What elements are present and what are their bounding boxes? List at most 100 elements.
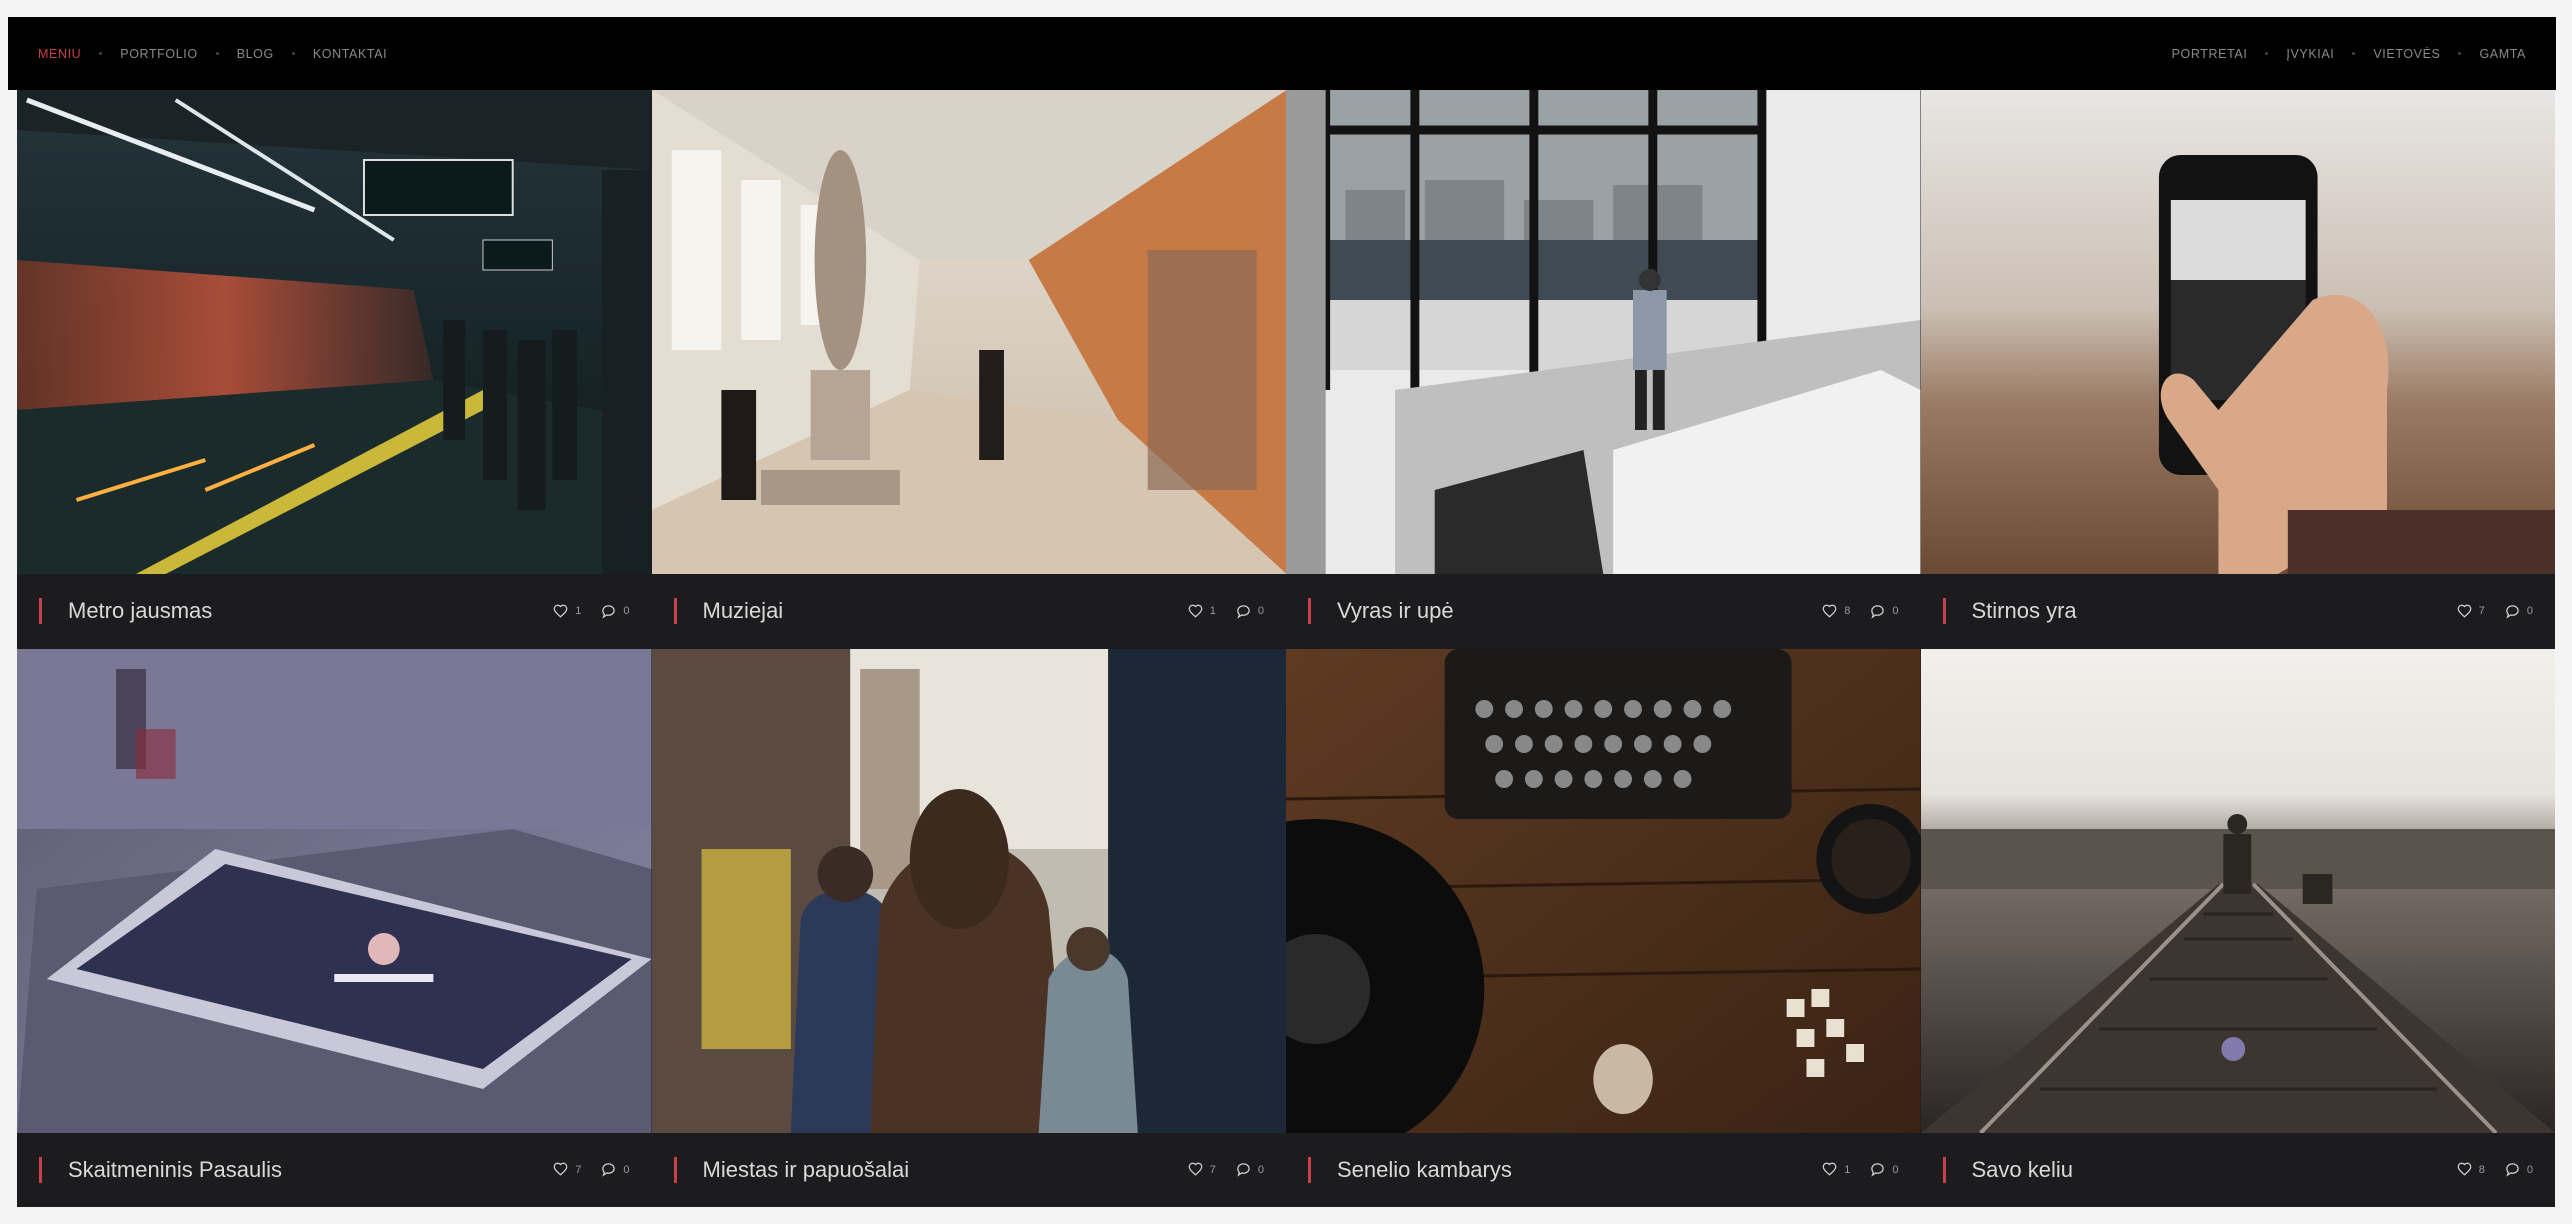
comment-icon [2506, 604, 2519, 619]
post-title[interactable]: Metro jausmas [68, 598, 533, 624]
likes-counter[interactable]: 7 [1188, 1162, 1216, 1177]
likes-counter[interactable]: 8 [2457, 1162, 2485, 1177]
accent-bar [1308, 598, 1311, 625]
post-photo[interactable] [651, 90, 1286, 574]
portfolio-card[interactable]: Muziejai 1 0 [651, 90, 1286, 649]
portfolio-card[interactable]: Miestas ir papuošalai 7 0 [651, 648, 1286, 1207]
comments-counter[interactable]: 0 [1870, 604, 1899, 619]
heart-icon [553, 1162, 568, 1176]
heart-icon [1822, 604, 1837, 618]
likes-count: 7 [575, 1163, 582, 1176]
accent-bar [39, 1156, 42, 1183]
comments-counter[interactable]: 0 [1870, 1162, 1899, 1177]
post-photo[interactable] [1920, 648, 2555, 1133]
post-caption: Stirnos yra 7 0 [1920, 574, 2555, 649]
category-link-portretai[interactable]: PORTRETAI [2172, 47, 2248, 61]
comments-counter[interactable]: 0 [2505, 604, 2533, 619]
comments-count: 0 [623, 605, 630, 618]
post-title[interactable]: Skaitmeninis Pasaulis [68, 1157, 533, 1183]
likes-count: 1 [1844, 1163, 1851, 1176]
post-caption: Skaitmeninis Pasaulis 7 0 [17, 1132, 652, 1207]
portfolio-card[interactable]: Vyras ir upė 8 0 [1286, 90, 1921, 649]
post-title[interactable]: Vyras ir upė [1337, 598, 1802, 624]
nav-link-portfolio[interactable]: PORTFOLIO [120, 47, 197, 61]
post-caption: Metro jausmas 1 0 [17, 574, 652, 649]
nav-separator [2265, 52, 2269, 55]
nav-separator [215, 52, 219, 55]
likes-count: 7 [1209, 1163, 1216, 1176]
comments-count: 0 [2526, 1163, 2533, 1176]
comment-icon [1871, 604, 1885, 619]
comment-icon [2506, 1163, 2519, 1177]
comments-counter[interactable]: 0 [601, 1162, 630, 1177]
likes-count: 8 [1844, 605, 1851, 618]
comment-icon [1871, 1163, 1885, 1177]
post-caption: Miestas ir papuošalai 7 0 [651, 1132, 1286, 1207]
category-link-vietoves[interactable]: VIETOVĖS [2373, 47, 2440, 61]
comments-count: 0 [1257, 605, 1264, 618]
post-photo[interactable] [1286, 90, 1921, 574]
comments-counter[interactable]: 0 [1236, 1162, 1264, 1177]
post-photo[interactable] [17, 90, 652, 574]
category-link-ivykiai[interactable]: ĮVYKIAI [2286, 47, 2334, 61]
comments-count: 0 [1257, 1163, 1264, 1176]
post-photo[interactable] [651, 648, 1286, 1133]
nav-link-meniu[interactable]: MENIU [38, 47, 81, 61]
likes-counter[interactable]: 7 [553, 1162, 581, 1177]
heart-icon [1188, 604, 1203, 618]
post-caption: Muziejai 1 0 [651, 574, 1286, 649]
accent-bar [39, 598, 42, 625]
heart-icon [2457, 1162, 2472, 1176]
category-link-gamta[interactable]: GAMTA [2479, 47, 2526, 61]
accent-bar [1942, 1156, 1946, 1183]
post-caption: Senelio kambarys 1 0 [1286, 1132, 1921, 1207]
post-title[interactable]: Stirnos yra [1972, 598, 2437, 624]
comments-count: 0 [623, 1163, 630, 1176]
post-photo[interactable] [1286, 648, 1921, 1133]
post-title[interactable]: Miestas ir papuošalai [703, 1157, 1168, 1183]
category-menu: PORTRETAI ĮVYKIAI VIETOVĖS GAMTA [2172, 47, 2526, 61]
heart-icon [2457, 604, 2472, 618]
accent-bar [673, 598, 677, 625]
comments-count: 0 [1892, 605, 1899, 618]
likes-count: 1 [1209, 605, 1216, 618]
likes-counter[interactable]: 1 [1822, 1162, 1850, 1177]
nav-link-kontaktai[interactable]: KONTAKTAI [313, 47, 387, 61]
nav-separator [291, 52, 295, 55]
comments-count: 0 [2526, 605, 2533, 618]
likes-count: 1 [575, 605, 582, 618]
portfolio-card[interactable]: Metro jausmas 1 0 [17, 90, 652, 649]
comment-icon [602, 604, 616, 619]
heart-icon [553, 604, 568, 618]
likes-counter[interactable]: 1 [1188, 604, 1216, 619]
likes-counter[interactable]: 1 [553, 604, 581, 619]
likes-counter[interactable]: 7 [2457, 604, 2485, 619]
comments-count: 0 [1892, 1163, 1899, 1176]
post-title[interactable]: Senelio kambarys [1337, 1157, 1802, 1183]
heart-icon [1188, 1162, 1203, 1176]
comment-icon [1237, 604, 1250, 619]
likes-count: 7 [2478, 605, 2485, 618]
portfolio-card[interactable]: Stirnos yra 7 0 [1920, 90, 2555, 649]
portfolio-card[interactable]: Senelio kambarys 1 0 [1286, 648, 1921, 1207]
portfolio-card[interactable]: Skaitmeninis Pasaulis 7 0 [17, 648, 652, 1207]
portfolio-grid: Metro jausmas 1 0 Muziejai 1 0 Vyras ir … [17, 90, 2555, 1207]
comments-counter[interactable]: 0 [601, 604, 630, 619]
post-title[interactable]: Muziejai [703, 598, 1168, 624]
post-photo[interactable] [17, 648, 652, 1133]
post-title[interactable]: Savo keliu [1972, 1157, 2437, 1183]
nav-separator [2352, 52, 2356, 55]
accent-bar [1308, 1156, 1311, 1183]
comments-counter[interactable]: 0 [1236, 604, 1264, 619]
likes-counter[interactable]: 8 [1822, 604, 1850, 619]
heart-icon [1822, 1162, 1837, 1176]
comment-icon [602, 1163, 616, 1177]
nav-link-blog[interactable]: BLOG [237, 47, 274, 61]
nav-separator [99, 52, 103, 55]
portfolio-card[interactable]: Savo keliu 8 0 [1920, 648, 2555, 1207]
comments-counter[interactable]: 0 [2505, 1162, 2533, 1177]
accent-bar [673, 1156, 677, 1183]
comment-icon [1237, 1163, 1250, 1177]
post-photo[interactable] [1920, 90, 2555, 574]
nav-separator [2458, 52, 2462, 55]
